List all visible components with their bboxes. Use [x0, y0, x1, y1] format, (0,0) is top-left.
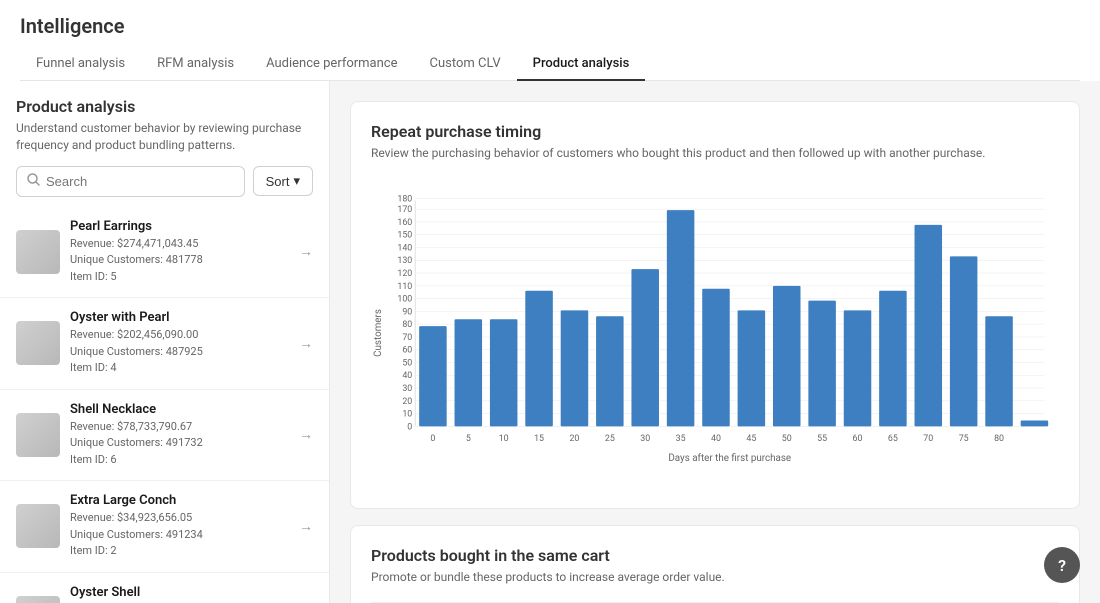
svg-text:5: 5 [466, 434, 471, 444]
chart-description: Review the purchasing behavior of custom… [371, 145, 1059, 162]
svg-text:75: 75 [959, 434, 969, 444]
svg-text:10: 10 [402, 409, 412, 419]
svg-text:80: 80 [994, 434, 1004, 444]
svg-text:70: 70 [402, 333, 412, 343]
tab-product-analysis[interactable]: Product analysis [517, 48, 646, 81]
svg-text:130: 130 [397, 256, 412, 266]
svg-text:45: 45 [746, 434, 756, 444]
product-info: Oyster with Pearl Revenue: $202,456,090.… [70, 310, 289, 377]
product-arrow-icon: → [299, 335, 313, 352]
tab-audience-performance[interactable]: Audience performance [250, 48, 413, 81]
co-purchase-card: Products bought in the same cart Promote… [350, 525, 1080, 603]
svg-text:120: 120 [397, 269, 412, 279]
product-info: Pearl Earrings Revenue: $274,471,043.45 … [70, 219, 289, 286]
repeat-purchase-card: Repeat purchase timing Review the purcha… [350, 101, 1080, 509]
tab-funnel-analysis[interactable]: Funnel analysis [20, 48, 141, 81]
product-arrow-icon: → [299, 426, 313, 443]
svg-text:30: 30 [402, 384, 412, 394]
product-arrow-icon: → [299, 243, 313, 260]
product-name: Extra Large Conch [70, 493, 289, 508]
chevron-down-icon: ▾ [293, 173, 300, 189]
list-item[interactable]: Pearl Earrings Revenue: $274,471,043.45 … [0, 207, 329, 299]
product-info: Oyster Shell Revenue: $14,765,965.00 Uni… [70, 585, 289, 603]
svg-text:30: 30 [640, 434, 650, 444]
co-purchase-description: Promote or bundle these products to incr… [371, 569, 1059, 586]
search-icon [27, 173, 40, 190]
svg-text:110: 110 [397, 282, 412, 292]
tab-custom-clv[interactable]: Custom CLV [414, 48, 517, 81]
svg-text:170: 170 [397, 205, 412, 215]
sidebar-title: Product analysis [16, 97, 313, 116]
svg-text:50: 50 [402, 358, 412, 368]
product-thumbnail [16, 413, 60, 457]
nav-tabs: Funnel analysis RFM analysis Audience pe… [20, 48, 1080, 81]
product-meta: Revenue: $78,733,790.67 Unique Customers… [70, 419, 289, 469]
svg-text:10: 10 [499, 434, 509, 444]
product-arrow-icon: → [299, 518, 313, 535]
bar-chart: Customers 0 10 20 30 40 [371, 178, 1059, 488]
sidebar-description: Understand customer behavior by reviewin… [16, 120, 313, 154]
list-item[interactable]: Extra Large Conch Revenue: $34,923,656.0… [0, 481, 329, 573]
svg-text:40: 40 [402, 371, 412, 381]
right-panel: Repeat purchase timing Review the purcha… [330, 81, 1100, 603]
list-item[interactable]: Oyster Shell Revenue: $14,765,965.00 Uni… [0, 573, 329, 603]
svg-text:20: 20 [402, 397, 412, 407]
svg-text:15: 15 [534, 434, 544, 444]
svg-text:80: 80 [402, 320, 412, 330]
help-button[interactable]: ? [1044, 547, 1080, 583]
product-name: Pearl Earrings [70, 219, 289, 234]
svg-text:90: 90 [402, 307, 412, 317]
svg-text:55: 55 [817, 434, 827, 444]
svg-text:70: 70 [923, 434, 933, 444]
svg-text:140: 140 [397, 243, 412, 253]
svg-text:160: 160 [397, 218, 412, 228]
svg-text:65: 65 [888, 434, 898, 444]
product-meta: Revenue: $274,471,043.45 Unique Customer… [70, 236, 289, 286]
svg-text:180: 180 [397, 194, 412, 204]
chart-title: Repeat purchase timing [371, 122, 1059, 141]
tab-rfm-analysis[interactable]: RFM analysis [141, 48, 250, 81]
svg-text:50: 50 [782, 434, 792, 444]
search-box[interactable] [16, 166, 245, 197]
product-info: Shell Necklace Revenue: $78,733,790.67 U… [70, 402, 289, 469]
svg-text:20: 20 [569, 434, 579, 444]
svg-text:40: 40 [711, 434, 721, 444]
svg-text:Days after the first purchase: Days after the first purchase [668, 453, 791, 464]
search-input[interactable] [46, 174, 234, 189]
product-info: Extra Large Conch Revenue: $34,923,656.0… [70, 493, 289, 560]
product-meta: Revenue: $34,923,656.05 Unique Customers… [70, 510, 289, 560]
search-sort-row: Sort ▾ [16, 166, 313, 197]
product-name: Oyster Shell [70, 585, 289, 600]
svg-text:60: 60 [853, 434, 863, 444]
sidebar: Product analysis Understand customer beh… [0, 81, 330, 603]
product-name: Oyster with Pearl [70, 310, 289, 325]
svg-text:Customers: Customers [373, 309, 384, 357]
co-purchase-title: Products bought in the same cart [371, 546, 1059, 565]
product-thumbnail [16, 321, 60, 365]
product-list: Pearl Earrings Revenue: $274,471,043.45 … [0, 207, 329, 603]
svg-text:100: 100 [397, 294, 412, 304]
list-item[interactable]: Shell Necklace Revenue: $78,733,790.67 U… [0, 390, 329, 482]
svg-text:25: 25 [605, 434, 615, 444]
product-thumbnail [16, 504, 60, 548]
product-name: Shell Necklace [70, 402, 289, 417]
svg-text:35: 35 [676, 434, 686, 444]
svg-text:60: 60 [402, 345, 412, 355]
svg-text:0: 0 [407, 422, 412, 432]
sort-button[interactable]: Sort ▾ [253, 166, 313, 196]
list-item[interactable]: Oyster with Pearl Revenue: $202,456,090.… [0, 298, 329, 390]
product-meta: Revenue: $202,456,090.00 Unique Customer… [70, 327, 289, 377]
svg-text:150: 150 [397, 230, 412, 240]
product-thumbnail [16, 230, 60, 274]
svg-text:0: 0 [430, 434, 435, 444]
app-title: Intelligence [20, 14, 1080, 38]
product-thumbnail [16, 596, 60, 603]
